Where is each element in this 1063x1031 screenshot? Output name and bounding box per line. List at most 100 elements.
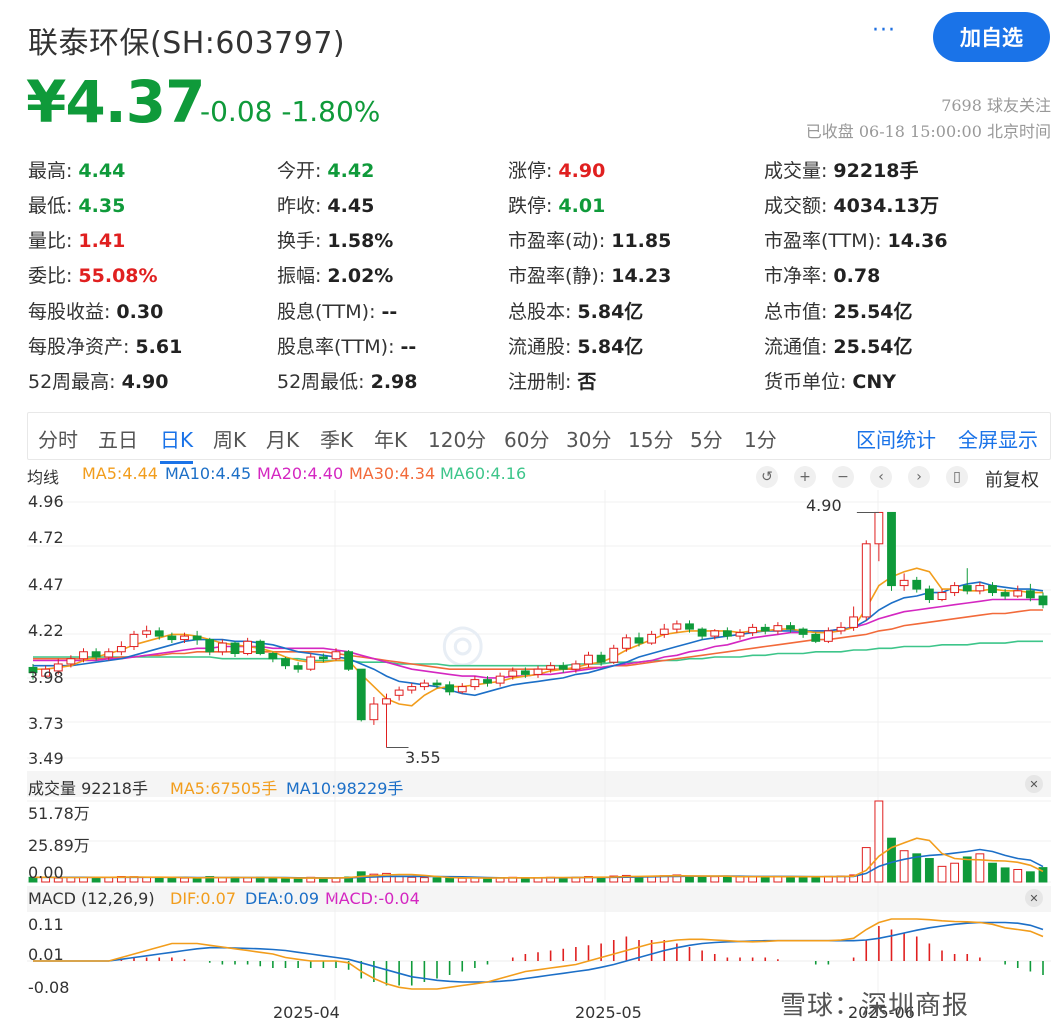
candle-body (634, 637, 644, 644)
candle-body (331, 651, 341, 660)
candle-body (180, 635, 189, 641)
candle-body (546, 665, 556, 670)
candle-body (167, 635, 177, 641)
volume-bar (722, 876, 732, 883)
candle-body (609, 647, 619, 663)
candle-body (748, 626, 758, 634)
volume-bar (394, 876, 404, 883)
candle-body (710, 630, 720, 637)
candle-body (217, 642, 227, 653)
candle-body (495, 675, 505, 684)
candle-body (483, 679, 492, 684)
volume-bar (1025, 871, 1035, 883)
xueqiu-watermark-logo: ◎ (440, 613, 485, 673)
candle-body (722, 630, 732, 637)
candle-body (798, 628, 808, 635)
date-axis-tick: 2025-04 (273, 1003, 340, 1022)
candle-body (154, 630, 164, 637)
candle-body (520, 670, 530, 675)
volume-bar (924, 858, 934, 883)
date-axis-tick: 2025-05 (575, 1003, 642, 1022)
volume-bar (180, 877, 189, 883)
candle-body (129, 633, 139, 648)
candle-body (823, 630, 833, 642)
candle-body (811, 633, 821, 642)
volume-bar (798, 876, 808, 883)
volume-bar (950, 862, 960, 883)
candle-body (1038, 595, 1048, 606)
candle-body (142, 630, 152, 635)
candle-body (419, 682, 429, 688)
candle-body (432, 682, 442, 686)
volume-bar (154, 877, 164, 883)
volume-bar (91, 877, 101, 883)
volume-bar (887, 837, 896, 883)
candle-body (760, 626, 770, 632)
candle-body (975, 585, 985, 592)
price-axis-tick: 3.49 (28, 749, 64, 768)
price-axis-tick: 4.22 (28, 621, 64, 640)
candle-body (937, 592, 947, 601)
candle-body (293, 665, 303, 670)
candle-body (344, 651, 354, 670)
candle-body (255, 640, 265, 655)
price-axis-tick: 4.96 (28, 492, 64, 511)
candle-body (887, 511, 896, 587)
candle-body (672, 623, 682, 630)
candle-body (874, 511, 884, 545)
volume-bar (735, 876, 745, 883)
volume-axis-tick: 51.78万 (28, 804, 90, 823)
volume-bar (419, 877, 429, 883)
volume-bar (710, 876, 720, 883)
volume-bar (268, 877, 278, 883)
candle-body (394, 689, 404, 696)
volume-bar (861, 847, 871, 883)
candle-body (1013, 590, 1023, 597)
volume-bar (445, 877, 455, 883)
candle-body (281, 658, 290, 667)
candle-body (558, 665, 568, 670)
kline-chart[interactable]: ◎ (0, 0, 1063, 1031)
volume-bar (874, 800, 884, 883)
candle-body (243, 640, 253, 655)
price-axis-tick: 3.73 (28, 714, 64, 733)
volume-bar (432, 877, 442, 883)
candle-body (647, 633, 657, 644)
macd-axis-tick: -0.08 (28, 978, 70, 997)
candle-body (508, 670, 518, 677)
candle-body (685, 623, 694, 630)
volume-axis-tick: 25.89万 (28, 836, 90, 855)
candle-body (369, 703, 379, 721)
volume-bar (697, 876, 707, 883)
volume-bar (899, 850, 909, 883)
candle-body (697, 628, 707, 637)
volume-bar (407, 876, 417, 883)
volume-bar (1000, 867, 1010, 883)
candle-body (988, 585, 997, 594)
low-annotation: 3.55 (405, 748, 441, 767)
volume-bar (988, 862, 997, 883)
candle-body (950, 585, 960, 594)
candle-body (786, 625, 795, 630)
macd-axis-tick: 0.11 (28, 915, 64, 934)
volume-bar (167, 877, 177, 883)
candle-body (306, 656, 316, 670)
candle-body (849, 616, 859, 628)
candle-body (836, 626, 846, 632)
candle-body (79, 651, 88, 660)
candle-body (382, 698, 391, 705)
price-axis-tick: 4.47 (28, 575, 64, 594)
candle-body (584, 654, 593, 665)
candle-body (735, 632, 745, 637)
volume-bar (962, 856, 972, 883)
candle-body (1025, 590, 1035, 599)
candle-body (457, 686, 467, 693)
volume-bar (1013, 868, 1023, 883)
macd-axis-tick: 0.01 (28, 945, 64, 964)
candle-body (773, 625, 783, 632)
candle-body (91, 651, 101, 658)
candle-body (533, 668, 543, 675)
candle-body (470, 679, 480, 688)
candle-body (205, 639, 215, 653)
candle-body (192, 635, 202, 641)
